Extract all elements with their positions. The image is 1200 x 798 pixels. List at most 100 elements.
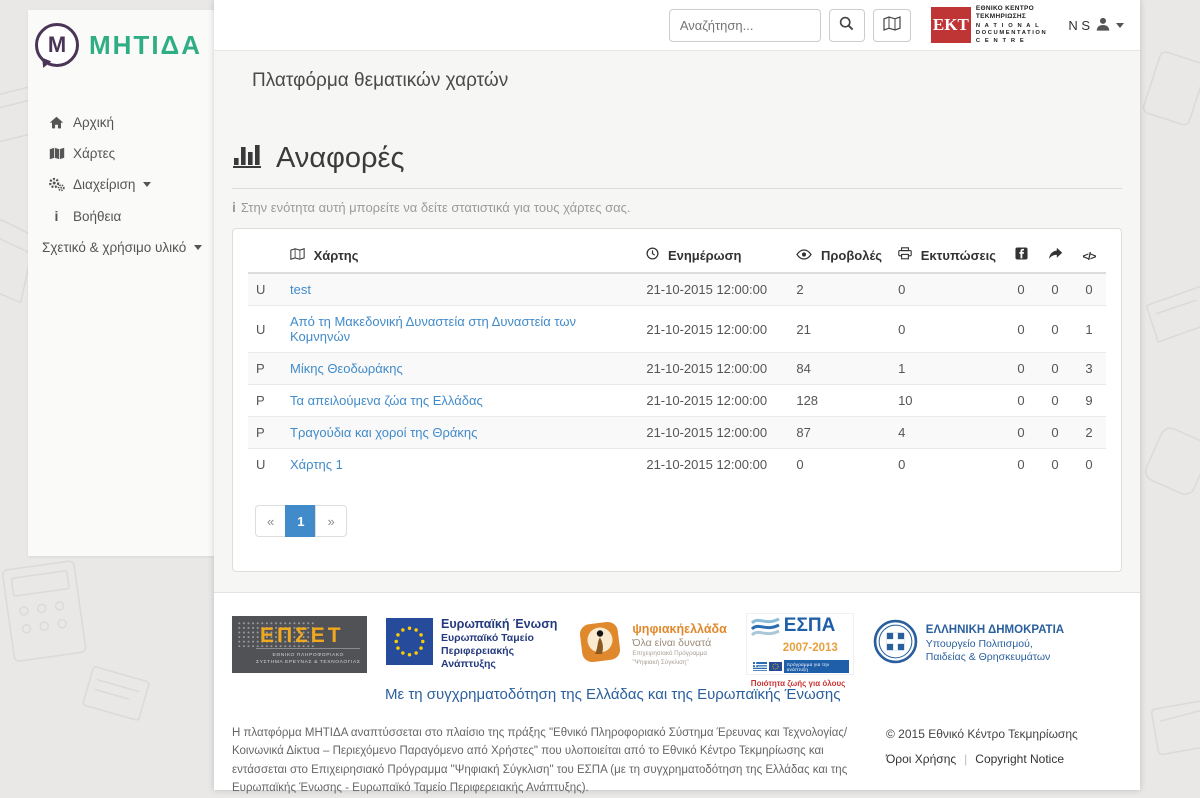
cogs-icon [48,177,65,192]
updated-cell: 21-10-2015 12:00:00 [638,306,788,353]
copyright-text: © 2015 Εθνικό Κέντρο Τεκμηρίωσης [886,727,1114,741]
user-initials: N S [1068,18,1090,33]
espa-logo[interactable]: ΕΣΠΑ 2007-2013 πρόγραμμα για την ανάπτυξ… [746,613,854,675]
facebook-column-header[interactable] [1004,237,1038,273]
footer-links: Όροι Χρήσης | Copyright Notice [886,752,1114,766]
table-row: U Χάρτης 1 21-10-2015 12:00:00 0 0 0 0 0 [248,449,1106,481]
map-link[interactable]: Τα απειλούμενα ζώα της Ελλάδας [290,393,483,408]
terms-link[interactable]: Όροι Χρήσης [886,752,956,766]
user-icon [1096,17,1110,34]
code-icon: </> [1083,251,1096,263]
epset-logo[interactable]: ΕΠΣΕΤ ΕΘΝΙΚΟ ΠΛΗΡΟΦΟΡΙΑΚΟ ΣΥΣΤΗΜΑ ΕΡΕΥΝΑ… [232,616,367,673]
info-icon: i [232,199,236,215]
pagination-page-1[interactable]: 1 [285,505,316,537]
footer: ΕΠΣΕΤ ΕΘΝΙΚΟ ΠΛΗΡΟΦΟΡΙΑΚΟ ΣΥΣΤΗΜΑ ΕΡΕΥΝΑ… [214,592,1140,790]
prints-cell: 1 [890,353,1004,385]
eu-mini-flag-icon [769,658,782,676]
footer-bottom: Η πλατφόρμα ΜΗΤΙΔΑ αναπτύσσεται στο πλαί… [232,724,1114,798]
map-link[interactable]: Από τη Μακεδονική Δυναστεία στη Δυναστεί… [290,314,576,344]
views-cell: 128 [788,385,890,417]
map-link[interactable]: Μίκης Θεοδωράκης [290,361,403,376]
views-column-header[interactable]: Προβολές [788,237,890,273]
prints-cell: 0 [890,449,1004,481]
page-content: Πλατφόρμα θεματικών χαρτών Αναφορές iΣτη… [214,51,1140,592]
platform-title: Πλατφόρμα θεματικών χαρτών [232,51,1122,92]
pagination-prev[interactable]: « [255,505,286,537]
map-link[interactable]: Χάρτης 1 [290,457,343,472]
table-row: P Τα απειλούμενα ζώα της Ελλάδας 21-10-2… [248,385,1106,417]
share-count: 0 [1038,385,1072,417]
views-cell: 2 [788,273,890,306]
facebook-count: 0 [1004,306,1038,353]
views-cell: 87 [788,417,890,449]
search-input[interactable] [669,9,821,42]
updated-column-header[interactable]: Ενημέρωση [638,237,788,273]
brand-logo[interactable]: M ΜΗΤΙΔΑ [28,10,214,67]
sidebar-item-home[interactable]: Αρχική [28,107,214,138]
copyright-notice-link[interactable]: Copyright Notice [975,752,1064,766]
ekt-logo[interactable]: EKT ΕΘΝΙΚΟ ΚΕΝΤΡΟ ΤΕΚΜΗΡΙΩΣΗΣ N A T I O … [931,5,1047,46]
views-cell: 0 [788,449,890,481]
prints-cell: 4 [890,417,1004,449]
sidebar-item-help[interactable]: i Βοήθεια [28,200,214,232]
map-icon [290,248,309,263]
hellenic-republic-logo[interactable]: ΕΛΛΗΝΙΚΗ ΔΗΜΟΚΡΑΤΙΑ Υπουργείο Πολιτισμού… [873,619,1064,669]
prints-cell: 10 [890,385,1004,417]
sidebar-nav: Αρχική Χάρτες Διαχείριση i Βοήθεια Σχετι… [28,107,214,263]
home-icon [48,116,65,129]
table-header-row: Χάρτης Ενημέρωση Προβολές [248,237,1106,273]
map-icon [48,147,65,160]
chevron-down-icon [143,182,151,191]
sidebar-item-related-material[interactable]: Σχετικό & χρήσιμο υλικό [28,232,214,263]
brand-name: ΜΗΤΙΔΑ [89,30,202,61]
embed-count: 1 [1072,306,1106,353]
embed-count: 0 [1072,273,1106,306]
map-view-button[interactable] [873,9,911,42]
table-row: U Από τη Μακεδονική Δυναστεία στη Δυναστ… [248,306,1106,353]
greek-flag-icon [753,658,767,676]
hellenic-republic-emblem-icon [873,619,918,669]
status-badge: U [248,449,282,481]
digital-greece-logo[interactable]: ψηφιακήελλάδα Όλα είναι δυνατά Επιχειρησ… [576,618,726,671]
cofinancing-note: Με τη συγχρηματοδότηση της Ελλάδας και τ… [385,686,1114,703]
facebook-count: 0 [1004,353,1038,385]
updated-cell: 21-10-2015 12:00:00 [638,385,788,417]
embed-column-header[interactable]: </> [1072,237,1106,273]
footer-logos: ΕΠΣΕΤ ΕΘΝΙΚΟ ΠΛΗΡΟΦΟΡΙΑΚΟ ΣΥΣΤΗΜΑ ΕΡΕΥΝΑ… [232,613,1114,675]
espa-waves-icon [751,616,781,643]
sidebar-item-label: Χάρτες [73,146,115,161]
share-count: 0 [1038,353,1072,385]
divider [232,188,1122,189]
map-icon [883,16,901,34]
brand-logo-letter: M [48,32,66,58]
sidebar-item-label: Σχετικό & χρήσιμο υλικό [42,240,186,255]
share-count: 0 [1038,417,1072,449]
facebook-count: 0 [1004,385,1038,417]
main-column: EKT ΕΘΝΙΚΟ ΚΕΝΤΡΟ ΤΕΚΜΗΡΙΩΣΗΣ N A T I O … [214,0,1140,790]
facebook-count: 0 [1004,273,1038,306]
sidebar: M ΜΗΤΙΔΑ Αρχική Χάρτες Διαχείριση i Βοήθ… [28,10,214,556]
digital-greece-icon [576,618,624,671]
status-badge: U [248,306,282,353]
pagination: « 1 » [256,505,347,537]
ekt-logo-mark: EKT [931,7,971,43]
sidebar-item-label: Βοήθεια [73,209,121,224]
user-menu[interactable]: N S [1064,17,1128,34]
embed-count: 3 [1072,353,1106,385]
map-link[interactable]: test [290,282,311,297]
chevron-down-icon [194,245,202,254]
table-row: U test 21-10-2015 12:00:00 2 0 0 0 0 [248,273,1106,306]
eu-flag-logo[interactable]: Ευρωπαϊκή Ένωση Ευρωπαϊκό Ταμείο Περιφερ… [386,617,557,672]
printer-icon [898,248,916,263]
map-link[interactable]: Τραγούδια και χοροί της Θράκης [290,425,477,440]
status-badge: P [248,353,282,385]
prints-column-header[interactable]: Εκτυπώσεις [890,237,1004,273]
share-column-header[interactable] [1038,237,1072,273]
map-column-header[interactable]: Χάρτης [282,237,638,273]
sidebar-item-maps[interactable]: Χάρτες [28,138,214,169]
sidebar-item-admin[interactable]: Διαχείριση [28,169,214,200]
pagination-next[interactable]: » [315,505,346,537]
table-row: P Μίκης Θεοδωράκης 21-10-2015 12:00:00 8… [248,353,1106,385]
search-button[interactable] [829,9,865,42]
share-count: 0 [1038,306,1072,353]
